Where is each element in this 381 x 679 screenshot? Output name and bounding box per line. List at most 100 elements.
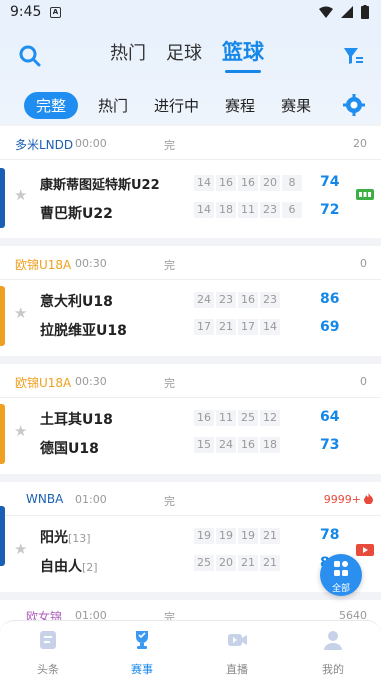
subtab-all[interactable]: 完整 (24, 92, 79, 119)
quarter-score: 20 (216, 555, 236, 571)
filter-icon[interactable] (341, 44, 365, 68)
sim-icon: A (50, 7, 61, 18)
grid-icon (334, 561, 348, 576)
fab-label: 全部 (331, 584, 350, 594)
home-quarter-scores: 16 11 25 12 (194, 410, 280, 426)
league-name: WNBA (26, 492, 64, 506)
subtab-live[interactable]: 进行中 (154, 95, 199, 116)
quarter-score: 18 (260, 437, 280, 453)
search-icon[interactable] (18, 44, 42, 68)
tab-football[interactable]: 足球 (166, 39, 202, 65)
wifi-icon (319, 6, 333, 18)
quarter-score: 11 (238, 202, 258, 218)
quarter-score: 24 (194, 292, 214, 308)
video-icon[interactable] (356, 544, 374, 556)
nav-profile[interactable]: 我的 (303, 629, 363, 677)
away-total: 73 (320, 437, 340, 453)
nav-events[interactable]: 赛事 (112, 629, 172, 677)
bottom-nav: 头条 赛事 直播 我的 (0, 620, 381, 679)
match-status: 完 (164, 377, 175, 390)
team-rank: [13] (68, 532, 91, 545)
nav-label: 我的 (322, 663, 344, 676)
quarter-score: 23 (260, 292, 280, 308)
match-header: WNBA 01:00 完 9999+ (0, 482, 381, 516)
trophy-icon (136, 631, 148, 649)
match-header: 欧锦U18A 00:30 完 0 (0, 246, 381, 280)
league-name: 欧锦U18A (15, 258, 72, 272)
quarter-score: 17 (194, 319, 214, 335)
view-count: 0 (360, 257, 367, 270)
favorite-star-icon[interactable]: ★ (14, 186, 27, 204)
quarter-score: 21 (238, 555, 258, 571)
sport-tabs: 热门 足球 篮球 (110, 36, 264, 73)
quarter-score: 11 (216, 410, 236, 426)
favorite-star-icon[interactable]: ★ (14, 304, 27, 322)
header: 热门 足球 篮球 完整 热门 进行中 赛程 赛果 (0, 26, 381, 124)
quarter-score: 16 (194, 410, 214, 426)
away-quarter-scores: 17 21 17 14 (194, 319, 280, 335)
away-total: 69 (320, 319, 340, 335)
nav-label: 头条 (37, 663, 59, 676)
quarter-score: 21 (260, 528, 280, 544)
subtab-schedule[interactable]: 赛程 (225, 95, 255, 116)
home-team: 阳光[13] (40, 530, 91, 546)
tab-hot[interactable]: 热门 (110, 39, 146, 65)
match-header: 多米LNDD 00:00 完 20 (0, 126, 381, 160)
quarter-score: 16 (216, 175, 236, 191)
quarter-score: 24 (216, 437, 236, 453)
subtab-hot[interactable]: 热门 (98, 95, 128, 116)
match-card[interactable]: 多米LNDD 00:00 完 20 ★ 康斯蒂图延特斯U22 曹巴斯U22 14… (0, 126, 381, 238)
tab-basketball[interactable]: 篮球 (222, 36, 264, 73)
home-team: 意大利U18 (40, 294, 113, 310)
league-accent-bar (0, 506, 5, 566)
league-name: 多米LNDD (15, 138, 74, 152)
view-count: 0 (360, 375, 367, 388)
status-time: 9:45 (10, 4, 42, 20)
away-quarter-scores: 14 18 11 23 6 (194, 202, 302, 218)
quarter-score: 8 (282, 175, 302, 191)
home-quarter-scores: 24 23 16 23 (194, 292, 280, 308)
quarter-score: 14 (194, 202, 214, 218)
match-card[interactable]: 欧锦U18A 00:30 完 0 ★ 土耳其U18 德国U18 16 11 25… (0, 364, 381, 474)
quarter-score: 14 (194, 175, 214, 191)
home-quarter-scores: 19 19 19 21 (194, 528, 280, 544)
settings-icon[interactable] (343, 94, 365, 116)
quarter-score: 6 (282, 202, 302, 218)
quarter-score: 19 (216, 528, 236, 544)
league-accent-bar (0, 286, 5, 346)
profile-icon (324, 631, 342, 650)
live-icon (228, 634, 247, 646)
away-total: 72 (320, 202, 340, 218)
quarter-score: 16 (238, 292, 258, 308)
quarter-score: 14 (260, 319, 280, 335)
match-status: 完 (164, 139, 175, 152)
match-time: 00:30 (75, 257, 107, 270)
home-total: 64 (320, 409, 340, 425)
team-rank: [2] (82, 561, 98, 574)
quarter-score: 25 (194, 555, 214, 571)
nav-label: 直播 (226, 663, 248, 676)
quarter-score: 16 (238, 437, 258, 453)
match-card[interactable]: 欧锦U18A 00:30 完 0 ★ 意大利U18 拉脱维亚U18 24 23 … (0, 246, 381, 356)
league-accent-bar (0, 168, 5, 228)
subtab-results[interactable]: 赛果 (281, 95, 311, 116)
status-bar: 9:45 A (0, 0, 381, 26)
hot-flame-icon (364, 493, 373, 504)
away-team: 曹巴斯U22 (40, 206, 113, 222)
quarter-score: 19 (194, 528, 214, 544)
all-matches-fab[interactable]: 全部 (320, 554, 362, 596)
live-score-icon[interactable] (356, 189, 374, 200)
away-quarter-scores: 25 20 21 21 (194, 555, 280, 571)
away-quarter-scores: 15 24 16 18 (194, 437, 280, 453)
match-header: 欧锦U18A 00:30 完 0 (0, 364, 381, 398)
nav-live[interactable]: 直播 (207, 629, 267, 677)
away-team: 德国U18 (40, 441, 99, 457)
nav-label: 赛事 (131, 663, 153, 676)
league-accent-bar (0, 404, 5, 464)
quarter-score: 16 (238, 175, 258, 191)
favorite-star-icon[interactable]: ★ (14, 540, 27, 558)
nav-news[interactable]: 头条 (18, 629, 78, 677)
favorite-star-icon[interactable]: ★ (14, 422, 27, 440)
home-total: 86 (320, 291, 340, 307)
quarter-score: 12 (260, 410, 280, 426)
